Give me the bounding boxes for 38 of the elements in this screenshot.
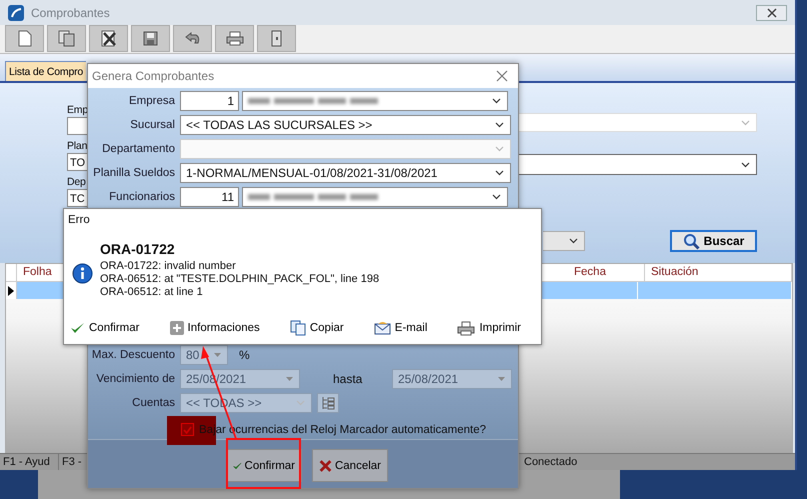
info-button[interactable]: Informaciones bbox=[170, 321, 260, 335]
print-button[interactable]: Imprimir bbox=[457, 320, 521, 336]
input-field[interactable]: TC bbox=[67, 189, 87, 207]
dropdown[interactable]: 1-NORMAL/MENSUAL-01/08/2021-31/08/2021 bbox=[180, 162, 511, 183]
input-field[interactable]: TO bbox=[67, 153, 87, 171]
confirm-button[interactable]: Confirmar bbox=[70, 322, 140, 334]
input-field[interactable]: 1 bbox=[180, 90, 239, 111]
status-text: F3 - bbox=[61, 455, 83, 470]
field-label: Vencimiento de bbox=[95, 372, 175, 385]
field-label: Cuentas bbox=[131, 396, 175, 409]
field-label: Planilla Sueldos bbox=[92, 166, 175, 179]
field-label: Max. Descuento bbox=[90, 348, 175, 361]
status-text: Conectado bbox=[523, 455, 578, 470]
dialog-title: Erro bbox=[68, 214, 90, 226]
error-heading: ORA-01722 bbox=[100, 241, 176, 257]
field-label: Dep bbox=[67, 175, 86, 189]
error-message: ORA-01722: invalid number bbox=[100, 260, 237, 273]
window-title: Comprobantes bbox=[31, 6, 111, 20]
field-label: Funcionarios bbox=[108, 190, 175, 203]
error-message: ORA-06512: at line 1 bbox=[100, 286, 204, 299]
confirm-button[interactable]: Confirmar bbox=[226, 449, 302, 482]
tab[interactable]: Lista de Compro bbox=[5, 61, 86, 81]
dropdown[interactable]: << TODAS LAS SUCURSALES >> bbox=[180, 114, 511, 135]
unit-label: % bbox=[239, 348, 250, 362]
error-message: ORA-06512: at "TESTE.DOLPHIN_PACK_FOL", line 198 bbox=[100, 273, 380, 286]
column-header[interactable]: Situación bbox=[645, 264, 792, 281]
dialog-title: Genera Comprobantes bbox=[92, 68, 214, 83]
field-label: Sucursal bbox=[129, 118, 175, 131]
email-button[interactable]: E-mail bbox=[374, 321, 428, 335]
cancel-button[interactable]: Cancelar bbox=[312, 449, 388, 482]
field-label: hasta bbox=[333, 372, 364, 386]
field-label: Departamento bbox=[101, 142, 175, 155]
input-field[interactable]: 11 bbox=[180, 186, 239, 207]
field-label: Empresa bbox=[128, 94, 175, 107]
field-label: Plan bbox=[67, 139, 88, 153]
column-header[interactable]: Fecha bbox=[568, 264, 645, 281]
copy-button[interactable]: Copiar bbox=[290, 320, 344, 336]
search-button[interactable]: Buscar bbox=[670, 230, 757, 252]
